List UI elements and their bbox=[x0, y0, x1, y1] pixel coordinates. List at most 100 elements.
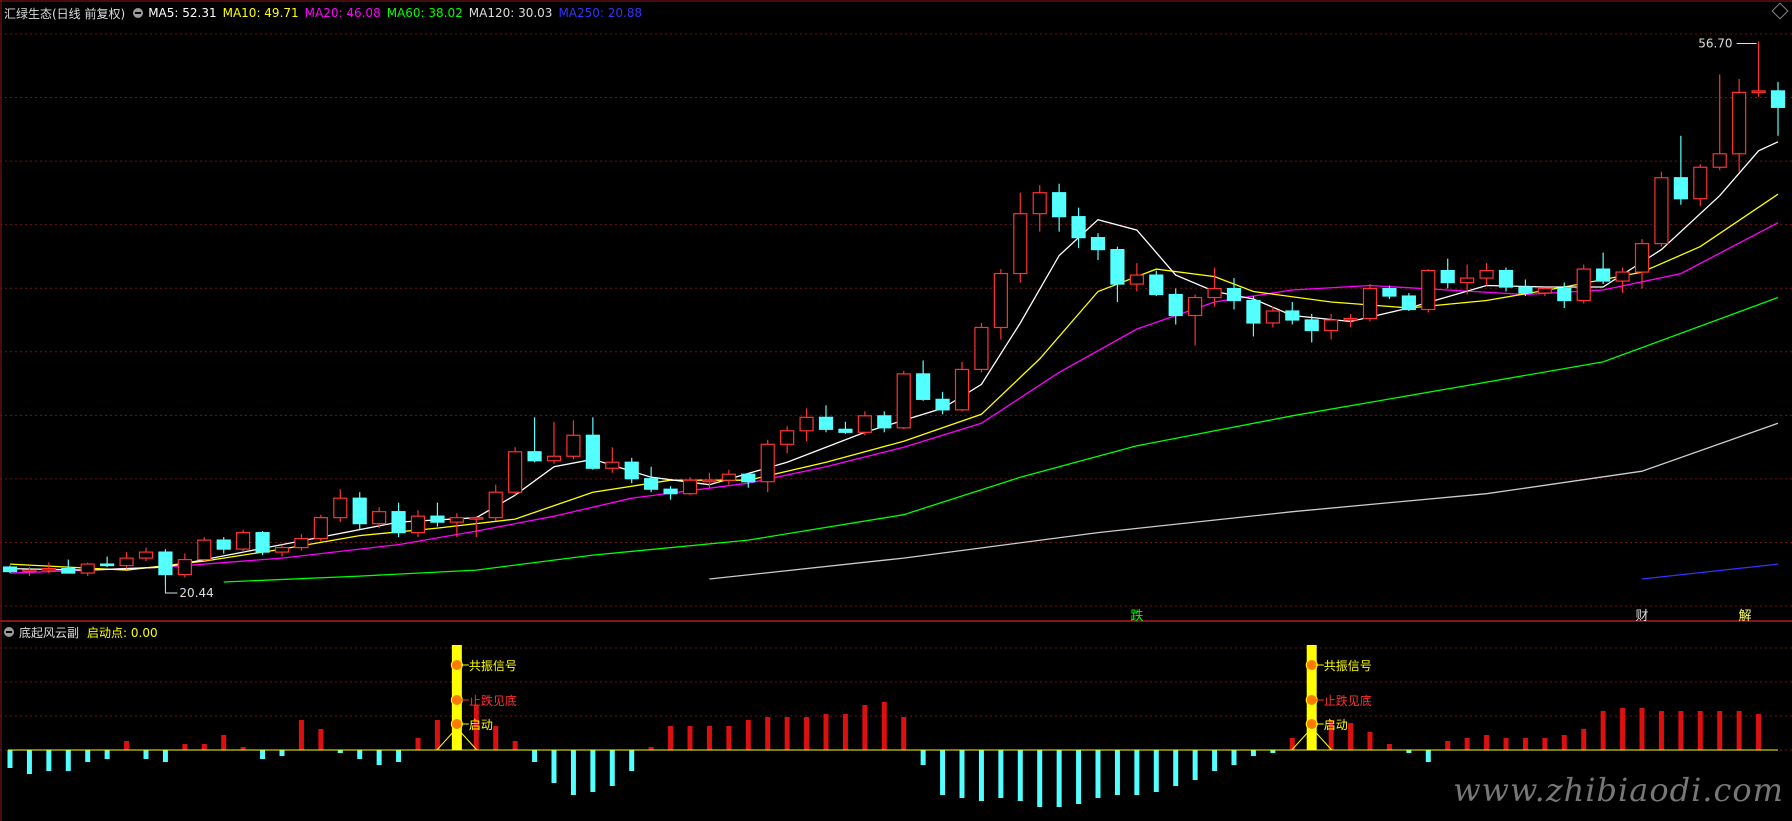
signal-label: 启动 bbox=[469, 718, 493, 732]
candle-body-down bbox=[935, 398, 950, 411]
ma60-line bbox=[223, 296, 1779, 583]
sub-panel-header: 底起风云副 启动点: 0.00 bbox=[0, 622, 162, 642]
candle-body-up bbox=[1479, 269, 1494, 279]
candle bbox=[1110, 246, 1125, 303]
histogram-bar-negative bbox=[260, 750, 266, 759]
ma-legend-item: MA10: 49.71 bbox=[222, 6, 299, 20]
candle bbox=[1285, 302, 1300, 325]
candle bbox=[1693, 164, 1708, 207]
signal-label: 共振信号 bbox=[469, 659, 517, 673]
event-marker: 解 bbox=[1738, 609, 1751, 624]
signal-label: 共振信号 bbox=[1324, 659, 1372, 673]
candle bbox=[1518, 279, 1533, 297]
candle bbox=[644, 466, 659, 493]
candle bbox=[721, 469, 736, 485]
collapse-icon[interactable] bbox=[4, 627, 14, 637]
histogram-bar-negative bbox=[1250, 750, 1256, 756]
histogram-bar-positive bbox=[1678, 711, 1684, 750]
candle bbox=[255, 531, 270, 556]
candle-body-up bbox=[857, 415, 872, 433]
histogram-bar-negative bbox=[279, 750, 285, 756]
histogram-bar-positive bbox=[434, 720, 440, 750]
histogram-bar-positive bbox=[512, 741, 518, 750]
candle-body-down bbox=[1498, 269, 1514, 288]
histogram-bar-positive bbox=[221, 735, 227, 750]
candle-body-up bbox=[1265, 310, 1280, 324]
candle bbox=[1246, 296, 1261, 337]
candle bbox=[1149, 270, 1164, 297]
candle bbox=[663, 486, 678, 500]
candle bbox=[469, 516, 484, 538]
candle-body-up bbox=[1460, 277, 1475, 284]
histogram-bar-negative bbox=[1017, 750, 1023, 801]
signal-label: 止跌见底 bbox=[1324, 693, 1372, 708]
candle bbox=[1673, 135, 1688, 205]
collapse-icon[interactable] bbox=[133, 8, 144, 18]
chart-canvas[interactable]: 56.70 20.44 跌 财 解共振信号止跌见底启动 共振信号止跌见底启动 bbox=[0, 0, 1792, 821]
histogram-bar-negative bbox=[609, 750, 615, 786]
candle-body-up bbox=[1421, 269, 1436, 311]
low-marker-line bbox=[164, 585, 178, 594]
candle bbox=[954, 361, 970, 412]
ma250-line bbox=[1641, 563, 1779, 580]
candle bbox=[391, 502, 406, 538]
histogram-bar-positive bbox=[901, 717, 907, 750]
candle bbox=[100, 556, 115, 568]
candle bbox=[119, 552, 134, 569]
candle-body-up bbox=[333, 497, 348, 519]
histogram-bar-negative bbox=[551, 750, 557, 783]
histogram-bar-negative bbox=[396, 750, 402, 762]
candle bbox=[274, 544, 290, 557]
candle-body-down bbox=[1052, 192, 1067, 218]
candle-body-up bbox=[721, 473, 736, 481]
candle bbox=[1013, 192, 1028, 283]
candle-body-up bbox=[1751, 90, 1766, 93]
candle bbox=[1362, 284, 1378, 322]
candle bbox=[605, 447, 620, 473]
candle bbox=[780, 426, 795, 454]
candle-body-up bbox=[410, 515, 426, 534]
candle-body-up bbox=[1129, 274, 1144, 285]
high-price-label: 56.70 bbox=[1698, 36, 1732, 50]
candle-body-up bbox=[993, 272, 1008, 329]
candle bbox=[1712, 74, 1727, 171]
candle-body-up bbox=[294, 538, 309, 549]
histogram-bar-negative bbox=[46, 750, 52, 771]
histogram-bar-negative bbox=[1425, 750, 1431, 762]
candle-body-up bbox=[1207, 287, 1222, 299]
histogram-bar-negative bbox=[1037, 750, 1043, 807]
candle bbox=[760, 439, 775, 493]
histogram-bar-negative bbox=[1056, 750, 1062, 807]
histogram-bar-positive bbox=[1697, 711, 1703, 750]
histogram-bar-negative bbox=[629, 750, 635, 771]
candle bbox=[993, 269, 1008, 340]
histogram-bar-positive bbox=[1639, 708, 1645, 750]
candle-body-up bbox=[799, 416, 814, 432]
candle-body-down bbox=[741, 473, 756, 483]
candle bbox=[1382, 285, 1397, 300]
histogram-bar-positive bbox=[881, 702, 887, 750]
candle-body-up bbox=[41, 567, 56, 571]
signal-label: 止跌见底 bbox=[469, 693, 517, 708]
histogram-bar-negative bbox=[1134, 750, 1140, 795]
candle-body-up bbox=[1615, 271, 1630, 282]
candle bbox=[896, 370, 911, 430]
histogram-bar-positive bbox=[687, 726, 693, 750]
stock-chart-window: 56.70 20.44 跌 财 解共振信号 止跌见底 启动 共振信号 止跌见底 启动 汇绿生态(日… bbox=[0, 0, 1792, 821]
candle-body-up bbox=[605, 461, 620, 469]
histogram-bar-negative bbox=[65, 750, 71, 771]
candle bbox=[1421, 269, 1436, 313]
candle-body-up bbox=[1576, 268, 1591, 302]
histogram-bar-negative bbox=[1173, 750, 1179, 786]
candle bbox=[818, 405, 834, 433]
candle bbox=[585, 417, 600, 470]
candle-body-up bbox=[1362, 287, 1378, 320]
candle-body-up bbox=[80, 563, 95, 574]
histogram-bar-positive bbox=[318, 729, 324, 750]
histogram-bar-negative bbox=[532, 750, 538, 762]
event-marker: 跌 bbox=[1130, 608, 1143, 624]
candle-body-up bbox=[896, 373, 911, 429]
candle bbox=[682, 477, 698, 496]
histogram-bar-negative bbox=[1231, 750, 1237, 765]
start-point-value: 启动点: 0.00 bbox=[87, 625, 158, 640]
